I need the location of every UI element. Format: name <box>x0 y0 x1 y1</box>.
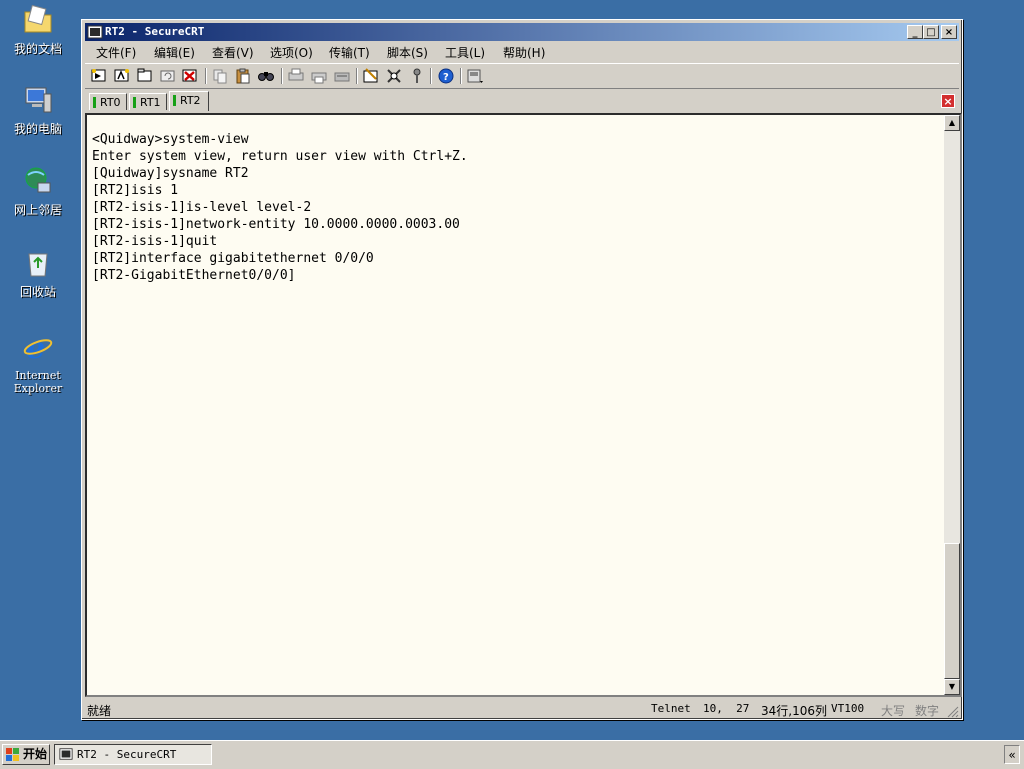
paste-icon[interactable] <box>234 67 252 85</box>
toolbar-separator <box>205 68 207 84</box>
toolbar-separator <box>281 68 283 84</box>
taskbar-item-securecrt[interactable]: RT2 - SecureCRT <box>54 744 212 765</box>
desktop-icon-label: 网上邻居 <box>13 203 62 217</box>
session-tabs: RT0 RT1 RT2 × <box>85 91 959 113</box>
scroll-up-button[interactable]: ▲ <box>944 115 960 131</box>
toolbar-separator <box>460 68 462 84</box>
tab-rt2[interactable]: RT2 <box>169 91 209 111</box>
toolbar-separator <box>356 68 358 84</box>
menu-edit[interactable]: 编辑(E) <box>154 44 195 61</box>
menu-file[interactable]: 文件(F) <box>96 44 136 61</box>
desktop-icon-label: 回收站 <box>19 285 56 299</box>
desktop-icon-my-documents[interactable]: 我的文档 <box>4 4 72 56</box>
terminal-line: <Quidway>system-view <box>92 132 249 147</box>
svg-text:?: ? <box>443 72 449 83</box>
reconnect-icon[interactable] <box>159 67 177 85</box>
status-caps-lock: 大写 <box>881 704 906 718</box>
menu-help[interactable]: 帮助(H) <box>503 44 545 61</box>
my-documents-icon <box>24 4 52 33</box>
terminal-line: Enter system view, return user view with… <box>92 149 468 164</box>
status-terminal-size: 34行,106列 <box>761 704 827 718</box>
status-bar: 就绪 Telnet 10, 27 34行,106列 VT100 大写 数字 <box>85 699 959 718</box>
desktop-icon-my-computer[interactable]: 我的电脑 <box>4 84 72 136</box>
menu-options[interactable]: 选项(O) <box>270 44 313 61</box>
connect-icon[interactable] <box>90 67 108 85</box>
taskbar: 开始 RT2 - SecureCRT « <box>0 740 1024 769</box>
tab-close-button[interactable]: × <box>941 94 955 108</box>
menu-tools[interactable]: 工具(L) <box>445 44 485 61</box>
print-selection-icon[interactable] <box>310 67 328 85</box>
scroll-down-button[interactable]: ▼ <box>944 679 960 695</box>
terminal-output: <Quidway>system-view Enter system view, … <box>92 131 468 284</box>
taskbar-item-label: RT2 - SecureCRT <box>77 748 177 761</box>
status-cursor-position: 10, 27 <box>703 702 750 715</box>
desktop-icon-internet-explorer[interactable]: e Internet Explorer <box>4 330 72 395</box>
securecrt-window: RT2 - SecureCRT _ □ × 文件(F) 编辑(E) 查看(V) 选项… <box>81 19 963 720</box>
global-options-icon[interactable] <box>385 67 403 85</box>
desktop-icon-label: 我的文档 <box>13 42 62 56</box>
terminal-line: [RT2-isis-1]quit <box>92 234 218 249</box>
resize-grip-icon[interactable] <box>945 704 959 718</box>
menu-view[interactable]: 查看(V) <box>212 44 254 61</box>
terminal-view[interactable]: <Quidway>system-view Enter system view, … <box>85 113 962 697</box>
toolbar-separator <box>430 68 432 84</box>
keymap-icon[interactable] <box>408 67 426 85</box>
scroll-thumb[interactable] <box>944 543 960 679</box>
menu-script[interactable]: 脚本(S) <box>387 44 428 61</box>
my-computer-icon <box>25 87 52 113</box>
session-options-icon[interactable] <box>362 67 380 85</box>
minimize-button[interactable]: _ <box>907 25 923 39</box>
securecrt-app-icon <box>87 25 103 39</box>
find-icon[interactable] <box>257 67 275 85</box>
sftp-icon[interactable] <box>466 67 484 85</box>
network-places-icon <box>25 167 51 193</box>
terminal-line: [RT2]interface gigabitethernet 0/0/0 <box>92 251 374 266</box>
windows-flag-icon <box>6 748 19 761</box>
desktop-icon-recycle-bin[interactable]: 回收站 <box>4 247 72 299</box>
window-title: RT2 - SecureCRT <box>105 25 205 38</box>
tab-rt1[interactable]: RT1 <box>129 93 167 110</box>
maximize-button[interactable]: □ <box>923 25 939 39</box>
start-button[interactable]: 开始 <box>2 744 50 765</box>
menu-transfer[interactable]: 传输(T) <box>329 44 370 61</box>
tray-expand-button[interactable]: « <box>1004 745 1020 764</box>
internet-explorer-icon: e <box>23 331 53 366</box>
terminal-scrollbar[interactable]: ▲ ▼ <box>944 115 960 695</box>
terminal-line: [RT2]isis 1 <box>92 183 179 198</box>
close-button[interactable]: × <box>941 25 957 39</box>
menu-bar: 文件(F) 编辑(E) 查看(V) 选项(O) 传输(T) 脚本(S) 工具(L… <box>85 42 959 61</box>
print-icon[interactable] <box>287 67 305 85</box>
terminal-line: [RT2-isis-1]network-entity 10.0000.0000.… <box>92 217 460 232</box>
status-emulation: VT100 <box>831 702 865 715</box>
print-setup-icon[interactable] <box>333 67 351 85</box>
disconnect-icon[interactable] <box>181 67 199 85</box>
desktop-icon-label: Internet Explorer <box>13 369 63 395</box>
title-bar[interactable]: RT2 - SecureCRT _ □ × <box>85 23 959 41</box>
connect-tab-icon[interactable] <box>136 67 154 85</box>
status-protocol: Telnet <box>651 702 691 715</box>
desktop-icon-label: 我的电脑 <box>13 122 62 136</box>
status-ready: 就绪 <box>87 704 112 718</box>
desktop-icon-network-places[interactable]: 网上邻居 <box>4 165 72 217</box>
terminal-line: [Quidway]sysname RT2 <box>92 166 249 181</box>
terminal-line: [RT2-GigabitEthernet0/0/0] <box>92 268 296 283</box>
help-icon[interactable]: ? <box>437 67 455 85</box>
recycle-bin-icon <box>28 253 48 277</box>
start-label: 开始 <box>23 747 48 761</box>
quick-connect-icon[interactable] <box>113 67 131 85</box>
status-num-lock: 数字 <box>915 704 940 718</box>
toolbar: ? <box>85 63 959 89</box>
terminal-line: [RT2-isis-1]is-level level-2 <box>92 200 312 215</box>
tab-rt0[interactable]: RT0 <box>89 93 127 110</box>
copy-icon[interactable] <box>211 67 229 85</box>
securecrt-app-icon <box>59 748 73 760</box>
